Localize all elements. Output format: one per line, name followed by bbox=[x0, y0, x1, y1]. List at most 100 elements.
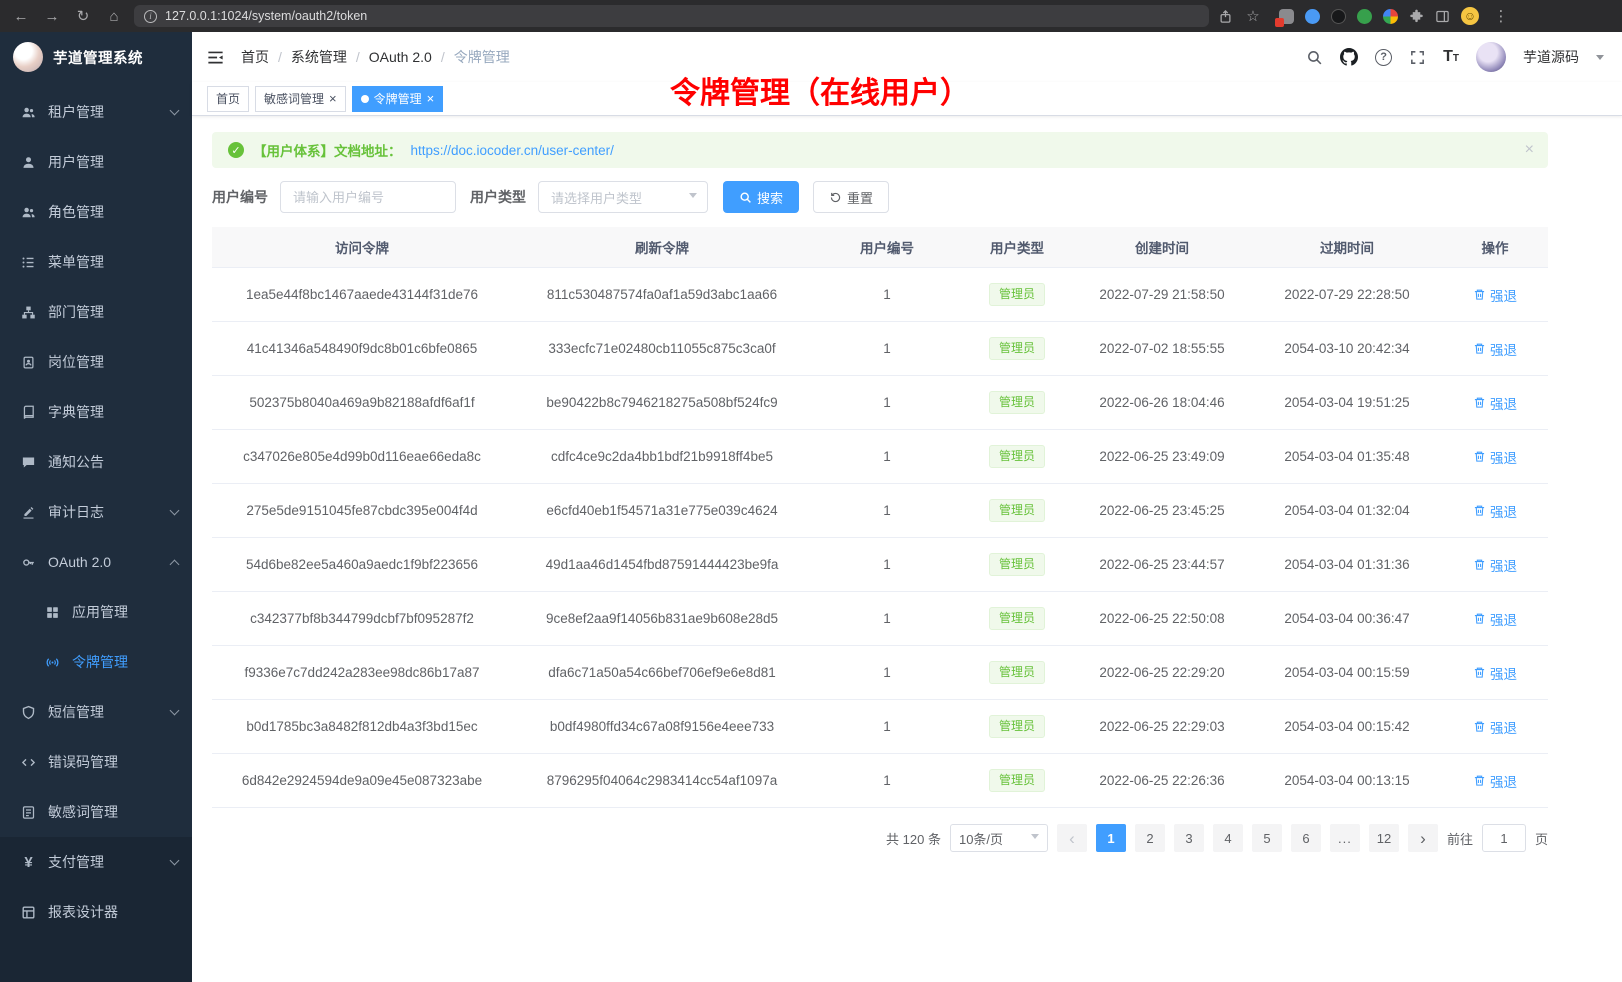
sidebar-item-audit-log[interactable]: 审计日志 bbox=[0, 487, 192, 537]
page-button[interactable]: 1 bbox=[1096, 824, 1126, 852]
sidebar-item-oauth2-app[interactable]: 应用管理 bbox=[0, 587, 192, 637]
github-icon[interactable] bbox=[1340, 48, 1358, 66]
doc-link[interactable]: https://doc.iocoder.cn/user-center/ bbox=[411, 143, 614, 158]
site-info-icon[interactable]: i bbox=[144, 10, 157, 23]
force-logout-button[interactable]: 强退 bbox=[1473, 285, 1517, 305]
sidebar-item-payment[interactable]: ¥ 支付管理 bbox=[0, 837, 192, 887]
page-button[interactable]: 12 bbox=[1369, 824, 1399, 852]
sidebar-item-menu[interactable]: 菜单管理 bbox=[0, 237, 192, 287]
sidebar-item-role[interactable]: 角色管理 bbox=[0, 187, 192, 237]
force-logout-button[interactable]: 强退 bbox=[1473, 555, 1517, 575]
force-logout-button[interactable]: 强退 bbox=[1473, 717, 1517, 737]
extension-icon-4[interactable] bbox=[1357, 9, 1372, 24]
sidebar-item-oauth2[interactable]: OAuth 2.0 bbox=[0, 537, 192, 587]
browser-forward-icon[interactable]: → bbox=[41, 5, 63, 27]
breadcrumb-separator: / bbox=[356, 49, 360, 65]
page-button[interactable]: 4 bbox=[1213, 824, 1243, 852]
col-refresh-token: 刷新令牌 bbox=[512, 227, 812, 268]
topbar-actions: ? TT 芋道源码 bbox=[1306, 42, 1604, 72]
address-bar[interactable]: i 127.0.0.1:1024/system/oauth2/token bbox=[134, 5, 1209, 27]
page-content: ✓ 【用户体系】文档地址： https://doc.iocoder.cn/use… bbox=[192, 116, 1622, 852]
alert-close-icon[interactable]: × bbox=[1525, 141, 1534, 159]
prev-page-button[interactable]: ‹ bbox=[1057, 824, 1087, 852]
table-row: f9336e7c7dd242a283ee98dc86b17a87 dfa6c71… bbox=[212, 646, 1548, 700]
search-icon[interactable] bbox=[1306, 49, 1323, 66]
breadcrumb-system[interactable]: 系统管理 bbox=[291, 47, 347, 67]
sidebar-item-notice[interactable]: 通知公告 bbox=[0, 437, 192, 487]
actions-cell: 强退 bbox=[1442, 268, 1548, 322]
help-icon[interactable]: ? bbox=[1375, 49, 1392, 66]
font-size-icon[interactable]: TT bbox=[1443, 48, 1459, 66]
page-button[interactable]: 6 bbox=[1291, 824, 1321, 852]
post-badge-icon bbox=[20, 355, 37, 370]
force-logout-button[interactable]: 强退 bbox=[1473, 339, 1517, 359]
next-page-button[interactable]: › bbox=[1408, 824, 1438, 852]
tab-label: 敏感词管理 bbox=[264, 90, 324, 107]
hamburger-icon[interactable] bbox=[206, 48, 225, 67]
reset-button[interactable]: 重置 bbox=[813, 181, 889, 213]
extension-icon-3[interactable] bbox=[1331, 9, 1346, 24]
extensions-puzzle-icon[interactable] bbox=[1409, 9, 1424, 24]
extension-icon-1[interactable] bbox=[1279, 9, 1294, 24]
user-name[interactable]: 芋道源码 bbox=[1523, 47, 1579, 67]
browser-home-icon[interactable]: ⌂ bbox=[103, 5, 125, 27]
share-icon[interactable] bbox=[1218, 9, 1233, 24]
browser-profile-avatar[interactable]: ☺ bbox=[1461, 7, 1479, 25]
tab-label: 首页 bbox=[216, 90, 240, 107]
chevron-down-icon bbox=[1031, 834, 1039, 843]
page-button[interactable]: 2 bbox=[1135, 824, 1165, 852]
user-avatar[interactable] bbox=[1476, 42, 1506, 72]
sidebar-item-sms[interactable]: 短信管理 bbox=[0, 687, 192, 737]
goto-page-input[interactable] bbox=[1482, 824, 1526, 852]
search-button[interactable]: 搜索 bbox=[723, 181, 799, 213]
page-unit-label: 页 bbox=[1535, 829, 1548, 848]
actions-cell: 强退 bbox=[1442, 430, 1548, 484]
breadcrumb-oauth2[interactable]: OAuth 2.0 bbox=[369, 49, 432, 65]
side-panel-icon[interactable] bbox=[1435, 9, 1450, 24]
chevron-down-icon[interactable] bbox=[1596, 55, 1604, 64]
force-logout-button[interactable]: 强退 bbox=[1473, 771, 1517, 791]
refresh-token-cell: 9ce8ef2aa9f14056b831ae9b608e28d5 bbox=[512, 592, 812, 646]
access-token-cell: b0d1785bc3a8482f812db4a3f3bd15ec bbox=[212, 700, 512, 754]
tab-close-icon[interactable]: × bbox=[427, 92, 435, 105]
page-size-select[interactable]: 10条/页 bbox=[950, 824, 1048, 852]
force-logout-button[interactable]: 强退 bbox=[1473, 447, 1517, 467]
page-button[interactable]: 3 bbox=[1174, 824, 1204, 852]
tab-home[interactable]: 首页 bbox=[207, 86, 249, 112]
col-user-type: 用户类型 bbox=[962, 227, 1072, 268]
sidebar-item-dict[interactable]: 字典管理 bbox=[0, 387, 192, 437]
sidebar-item-user[interactable]: 用户管理 bbox=[0, 137, 192, 187]
trash-icon bbox=[1473, 396, 1486, 409]
sidebar-menu: 租户管理 用户管理 角色管理 菜单管理 部门管理 岗位管理 bbox=[0, 82, 192, 982]
force-logout-button[interactable]: 强退 bbox=[1473, 663, 1517, 683]
sidebar-item-post[interactable]: 岗位管理 bbox=[0, 337, 192, 387]
browser-back-icon[interactable]: ← bbox=[10, 5, 32, 27]
sidebar-item-error-code[interactable]: 错误码管理 bbox=[0, 737, 192, 787]
breadcrumb: 首页 / 系统管理 / OAuth 2.0 / 令牌管理 bbox=[241, 47, 510, 67]
user-id-input[interactable] bbox=[280, 181, 456, 213]
sidebar-item-report-designer[interactable]: 报表设计器 bbox=[0, 887, 192, 937]
sidebar-item-tenant[interactable]: 租户管理 bbox=[0, 87, 192, 137]
tab-sensitive-word[interactable]: 敏感词管理 × bbox=[255, 86, 346, 112]
extension-icon-2[interactable] bbox=[1305, 9, 1320, 24]
force-logout-button[interactable]: 强退 bbox=[1473, 609, 1517, 629]
browser-menu-icon[interactable]: ⋮ bbox=[1490, 5, 1512, 27]
bookmark-star-icon[interactable]: ☆ bbox=[1242, 5, 1264, 27]
page-button[interactable]: 5 bbox=[1252, 824, 1282, 852]
browser-reload-icon[interactable]: ↻ bbox=[72, 5, 94, 27]
tab-token-management[interactable]: 令牌管理 × bbox=[352, 86, 444, 112]
user-type-select[interactable]: 请选择用户类型 bbox=[538, 181, 708, 213]
breadcrumb-home[interactable]: 首页 bbox=[241, 47, 269, 67]
sidebar-item-dept[interactable]: 部门管理 bbox=[0, 287, 192, 337]
tab-close-icon[interactable]: × bbox=[329, 92, 337, 105]
fullscreen-icon[interactable] bbox=[1409, 49, 1426, 66]
app-logo[interactable]: 芋道管理系统 bbox=[0, 32, 192, 82]
force-logout-button[interactable]: 强退 bbox=[1473, 393, 1517, 413]
page-button[interactable]: ... bbox=[1330, 824, 1360, 852]
user-type-cell: 管理员 bbox=[962, 700, 1072, 754]
force-logout-button[interactable]: 强退 bbox=[1473, 501, 1517, 521]
sidebar-item-oauth2-token[interactable]: 令牌管理 bbox=[0, 637, 192, 687]
sidebar-item-sensitive-word[interactable]: 敏感词管理 bbox=[0, 787, 192, 837]
extension-icon-5[interactable] bbox=[1383, 9, 1398, 24]
refresh-token-cell: cdfc4ce9c2da4bb1bdf21b9918ff4be5 bbox=[512, 430, 812, 484]
